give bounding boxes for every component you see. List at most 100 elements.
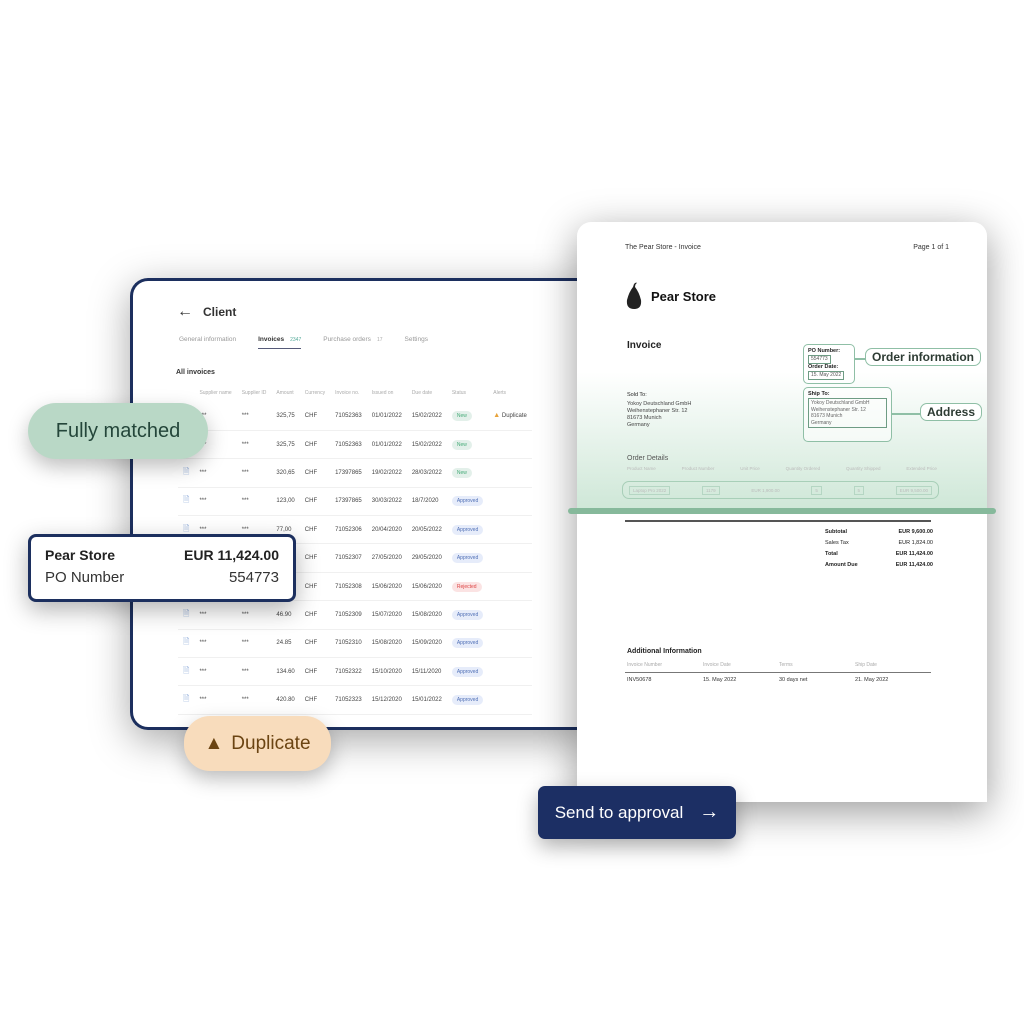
column-header[interactable]: Issued on: [367, 384, 407, 402]
due-date: 15/01/2022: [406, 685, 447, 715]
tab-bar: General information Invoices 2347 Purchas…: [179, 336, 428, 349]
totals: Subtotal EUR 9,600.00 Sales Tax EUR 1,824.…: [825, 529, 933, 573]
sold-to-line: Germany: [627, 422, 650, 428]
invoice-number: 17397865: [330, 458, 367, 488]
column-header: Extended Price: [906, 466, 937, 471]
column-header[interactable]: Currency: [300, 384, 330, 402]
totals-value: EUR 11,424.00: [895, 551, 933, 557]
supplier-name: ***: [194, 600, 237, 630]
supplier-id: ***: [236, 487, 272, 517]
invoice-date: 15. May 2022: [703, 677, 737, 683]
issued-on: 27/05/2020: [366, 543, 407, 573]
tab-general-information[interactable]: General information: [179, 336, 236, 349]
warning-icon: ▲: [204, 732, 224, 754]
totals-label: Amount Due: [825, 562, 858, 568]
column-header[interactable]: [178, 384, 194, 402]
column-header: Product Name: [627, 466, 656, 471]
invoice-number: 71052363: [330, 430, 367, 460]
table-row[interactable]: 🗎******325,75CHF7105236301/01/202215/02/…: [178, 430, 532, 460]
client-panel: ← Client General information Invoices 234…: [130, 278, 590, 730]
table-row[interactable]: 🗎******325,75CHF7105236301/01/202215/02/…: [178, 402, 532, 431]
amount: 46.90: [271, 600, 300, 630]
column-header[interactable]: Due date: [407, 384, 447, 402]
doc-title: The Pear Store - Invoice: [625, 244, 701, 251]
doc-header: The Pear Store - Invoice Page 1 of 1: [625, 244, 949, 251]
amount: 320,65: [271, 458, 300, 488]
supplier-id: ***: [236, 430, 272, 460]
column-header: Terms: [779, 662, 793, 668]
warning-icon: ▲: [493, 412, 501, 420]
totals-label: Total: [825, 551, 838, 557]
page-indicator: Page 1 of 1: [913, 244, 949, 251]
address-callout: Address: [920, 403, 983, 421]
totals-value: EUR 11,424.00: [895, 562, 933, 568]
sold-to-line: Yokoy Deutschland GmbH: [627, 401, 692, 407]
currency: CHF: [299, 685, 331, 715]
column-header[interactable]: Supplier name: [194, 384, 236, 402]
table-row[interactable]: 🗎 *** *** 134.60 CHF 71052322 15/10/2020 15/11/…: [178, 657, 532, 687]
column-header: Quantity Shipped: [846, 466, 881, 471]
issued-on: 01/01/2022: [366, 402, 407, 431]
supplier-name: ***: [194, 458, 237, 488]
column-header[interactable]: Invoice no.: [330, 384, 367, 402]
due-date: 15/11/2020: [406, 657, 447, 687]
column-header: Invoice Date: [703, 662, 731, 668]
invoice-number: 71052322: [330, 657, 367, 687]
invoice-number: 71052363: [330, 402, 367, 431]
tab-label: Invoices: [258, 336, 285, 343]
status-badge: New: [451, 439, 472, 450]
table-row[interactable]: 🗎 *** *** 320,65 CHF 17397865 19/02/2022 28/03/…: [178, 458, 532, 488]
table-row[interactable]: 🗎 *** *** 123,00 CHF 17397865 30/03/2022 18/7/2…: [178, 487, 532, 517]
status-badge: Approved: [451, 553, 484, 564]
totals-label: Subtotal: [825, 529, 847, 535]
send-to-approval-button[interactable]: Send to approval →: [538, 786, 736, 839]
supplier-name: ***: [194, 657, 237, 687]
sold-to-line: 81673 Munich: [627, 415, 662, 421]
column-header: Product Number: [681, 466, 715, 471]
supplier-id: ***: [236, 685, 272, 715]
issued-on: 15/10/2020: [366, 657, 407, 687]
column-header: Ship Date: [855, 662, 877, 668]
invoice-amount: EUR 11,424.00: [184, 547, 279, 563]
currency: CHF: [299, 515, 331, 545]
amount: 134.60: [271, 657, 300, 687]
additional-info-title: Additional Information: [627, 648, 702, 655]
table-row[interactable]: 🗎 *** *** 420.80 CHF 71052323 15/12/2020 15/01/…: [178, 685, 532, 715]
currency: CHF: [299, 402, 331, 431]
extended-price: EUR 9,500.00: [895, 485, 932, 495]
amount: 123,00: [271, 487, 300, 517]
arrow-left-icon[interactable]: ←: [177, 303, 193, 321]
button-label: Send to approval: [554, 802, 684, 822]
quantity-shipped: 5: [853, 485, 865, 495]
totals-row: Amount Due EUR 11,424.00: [825, 562, 933, 573]
brand-name: Pear Store: [651, 288, 717, 304]
currency: CHF: [299, 458, 331, 488]
ship-to-label: Ship To:: [808, 391, 830, 397]
invoice-number: 71052323: [330, 685, 367, 715]
vendor-name: Pear Store: [45, 547, 116, 563]
column-header[interactable]: Supplier ID: [237, 384, 272, 402]
tab-label: General information: [179, 336, 237, 343]
supplier-id: ***: [236, 629, 272, 659]
issued-on: 15/06/2020: [366, 572, 407, 602]
po-value: 554773: [808, 355, 831, 364]
unit-price: EUR 1,900.00: [751, 487, 780, 493]
po-number-label: PO Number: [45, 569, 125, 586]
tab-purchase-orders[interactable]: Purchase orders 17: [323, 336, 382, 349]
po-number-value: 554773: [228, 569, 279, 586]
supplier-id: ***: [236, 402, 272, 431]
supplier-id: ***: [236, 600, 272, 630]
column-header[interactable]: Alerts: [488, 384, 532, 402]
duplicate-badge: ▲ Duplicate: [184, 716, 331, 771]
amount: 24.85: [271, 629, 300, 659]
status-badge: Approved: [451, 695, 484, 706]
brand: Pear Store: [625, 282, 716, 310]
column-header[interactable]: Amount: [271, 384, 299, 402]
column-header[interactable]: Status: [447, 384, 488, 402]
table-row[interactable]: 🗎 *** *** 46.90 CHF 71052309 15/07/2020 15/08/2…: [178, 600, 532, 630]
due-date: 15/02/2022: [406, 430, 447, 460]
tab-count: 17: [376, 336, 383, 343]
tab-invoices[interactable]: Invoices 2347: [258, 336, 302, 349]
table-row[interactable]: 🗎 *** *** 24.85 CHF 71052310 15/08/2020 15/09/2…: [178, 629, 532, 659]
tab-settings[interactable]: Settings: [405, 336, 429, 349]
